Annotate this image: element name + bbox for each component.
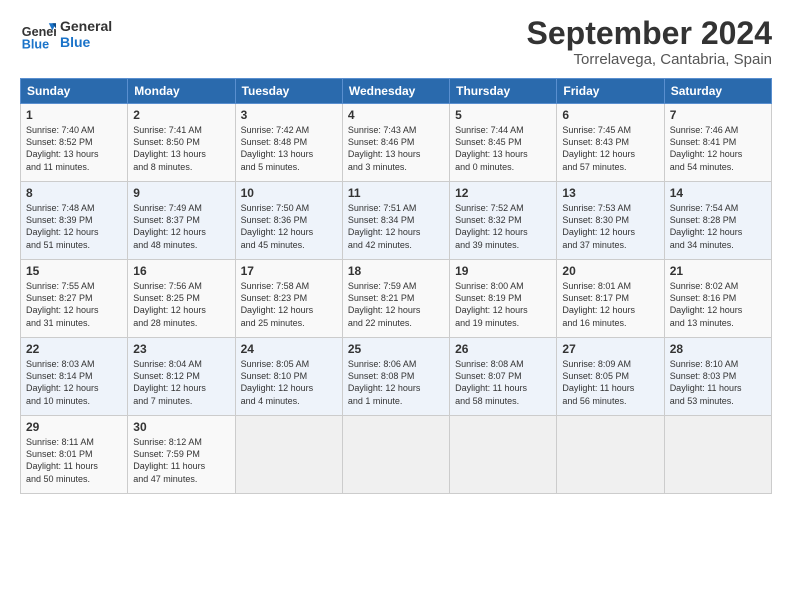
calendar-cell-17: 17Sunrise: 7:58 AMSunset: 8:23 PMDayligh… (235, 260, 342, 338)
calendar-cell-1: 1Sunrise: 7:40 AMSunset: 8:52 PMDaylight… (21, 104, 128, 182)
col-thursday: Thursday (450, 79, 557, 104)
calendar-cell-empty (342, 416, 449, 494)
calendar-week-5: 29Sunrise: 8:11 AMSunset: 8:01 PMDayligh… (21, 416, 772, 494)
col-tuesday: Tuesday (235, 79, 342, 104)
calendar-week-3: 15Sunrise: 7:55 AMSunset: 8:27 PMDayligh… (21, 260, 772, 338)
col-saturday: Saturday (664, 79, 771, 104)
calendar-cell-2: 2Sunrise: 7:41 AMSunset: 8:50 PMDaylight… (128, 104, 235, 182)
calendar-cell-8: 8Sunrise: 7:48 AMSunset: 8:39 PMDaylight… (21, 182, 128, 260)
calendar-cell-12: 12Sunrise: 7:52 AMSunset: 8:32 PMDayligh… (450, 182, 557, 260)
calendar-cell-14: 14Sunrise: 7:54 AMSunset: 8:28 PMDayligh… (664, 182, 771, 260)
logo-general: General (60, 18, 112, 34)
calendar-week-4: 22Sunrise: 8:03 AMSunset: 8:14 PMDayligh… (21, 338, 772, 416)
calendar-cell-21: 21Sunrise: 8:02 AMSunset: 8:16 PMDayligh… (664, 260, 771, 338)
calendar-cell-5: 5Sunrise: 7:44 AMSunset: 8:45 PMDaylight… (450, 104, 557, 182)
calendar-cell-23: 23Sunrise: 8:04 AMSunset: 8:12 PMDayligh… (128, 338, 235, 416)
col-monday: Monday (128, 79, 235, 104)
calendar-cell-30: 30Sunrise: 8:12 AMSunset: 7:59 PMDayligh… (128, 416, 235, 494)
calendar-cell-29: 29Sunrise: 8:11 AMSunset: 8:01 PMDayligh… (21, 416, 128, 494)
calendar-cell-16: 16Sunrise: 7:56 AMSunset: 8:25 PMDayligh… (128, 260, 235, 338)
calendar-cell-26: 26Sunrise: 8:08 AMSunset: 8:07 PMDayligh… (450, 338, 557, 416)
calendar-cell-19: 19Sunrise: 8:00 AMSunset: 8:19 PMDayligh… (450, 260, 557, 338)
calendar-cell-20: 20Sunrise: 8:01 AMSunset: 8:17 PMDayligh… (557, 260, 664, 338)
col-sunday: Sunday (21, 79, 128, 104)
calendar-header-row: Sunday Monday Tuesday Wednesday Thursday… (21, 79, 772, 104)
calendar-cell-6: 6Sunrise: 7:45 AMSunset: 8:43 PMDaylight… (557, 104, 664, 182)
calendar-cell-empty (235, 416, 342, 494)
logo: General Blue General Blue (20, 16, 112, 52)
calendar-cell-22: 22Sunrise: 8:03 AMSunset: 8:14 PMDayligh… (21, 338, 128, 416)
calendar-cell-7: 7Sunrise: 7:46 AMSunset: 8:41 PMDaylight… (664, 104, 771, 182)
calendar-cell-empty (450, 416, 557, 494)
col-friday: Friday (557, 79, 664, 104)
calendar-cell-18: 18Sunrise: 7:59 AMSunset: 8:21 PMDayligh… (342, 260, 449, 338)
calendar-cell-28: 28Sunrise: 8:10 AMSunset: 8:03 PMDayligh… (664, 338, 771, 416)
calendar-cell-empty (664, 416, 771, 494)
logo-blue: Blue (60, 34, 112, 50)
calendar-cell-13: 13Sunrise: 7:53 AMSunset: 8:30 PMDayligh… (557, 182, 664, 260)
calendar-cell-25: 25Sunrise: 8:06 AMSunset: 8:08 PMDayligh… (342, 338, 449, 416)
calendar-table: Sunday Monday Tuesday Wednesday Thursday… (20, 78, 772, 494)
calendar-cell-4: 4Sunrise: 7:43 AMSunset: 8:46 PMDaylight… (342, 104, 449, 182)
page: General Blue General Blue September 2024… (0, 0, 792, 612)
calendar-cell-24: 24Sunrise: 8:05 AMSunset: 8:10 PMDayligh… (235, 338, 342, 416)
calendar-week-2: 8Sunrise: 7:48 AMSunset: 8:39 PMDaylight… (21, 182, 772, 260)
header: General Blue General Blue September 2024… (20, 16, 772, 68)
calendar-cell-empty (557, 416, 664, 494)
location: Torrelavega, Cantabria, Spain (527, 51, 772, 68)
calendar-cell-15: 15Sunrise: 7:55 AMSunset: 8:27 PMDayligh… (21, 260, 128, 338)
calendar-cell-10: 10Sunrise: 7:50 AMSunset: 8:36 PMDayligh… (235, 182, 342, 260)
calendar-cell-9: 9Sunrise: 7:49 AMSunset: 8:37 PMDaylight… (128, 182, 235, 260)
col-wednesday: Wednesday (342, 79, 449, 104)
title-block: September 2024 Torrelavega, Cantabria, S… (527, 16, 772, 68)
calendar-cell-11: 11Sunrise: 7:51 AMSunset: 8:34 PMDayligh… (342, 182, 449, 260)
svg-text:Blue: Blue (22, 37, 49, 51)
month-title: September 2024 (527, 16, 772, 51)
calendar-cell-27: 27Sunrise: 8:09 AMSunset: 8:05 PMDayligh… (557, 338, 664, 416)
calendar-week-1: 1Sunrise: 7:40 AMSunset: 8:52 PMDaylight… (21, 104, 772, 182)
logo-icon: General Blue (20, 16, 56, 52)
calendar-cell-3: 3Sunrise: 7:42 AMSunset: 8:48 PMDaylight… (235, 104, 342, 182)
